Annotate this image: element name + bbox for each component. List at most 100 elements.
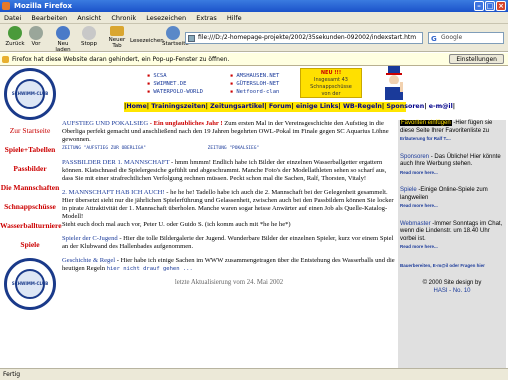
back-arrow-icon xyxy=(8,26,22,40)
window-titlebar: Mozilla Firefox – □ × xyxy=(0,0,508,12)
article-geschichte-title[interactable]: Geschichte & Regel xyxy=(62,257,115,264)
search-placeholder: Google xyxy=(441,34,463,41)
menu-trainingszeiten[interactable]: Trainingszeiten xyxy=(151,103,205,110)
menu-datei[interactable]: Datei xyxy=(4,14,21,22)
article-passbilder-title[interactable]: PASSBILDER DER 1. MANNSCHAFT xyxy=(62,159,169,166)
nav-schnappschuesse[interactable]: Schnappschüsse xyxy=(0,202,60,211)
article-zweite-title[interactable]: 2. MANNSCHAFT HAB ICH AUCH! xyxy=(62,189,165,196)
menu-bar: Datei Bearbeiten Ansicht Chronik Lesezei… xyxy=(0,12,508,24)
page-icon xyxy=(188,35,195,42)
new-tab-button[interactable]: Neuer Tab xyxy=(104,26,130,49)
nav-spiele-tabellen[interactable]: Spiele+Tabellen xyxy=(0,145,60,154)
popup-blocked-bar: Firefox hat diese Website daran gehinder… xyxy=(0,53,508,66)
partner-links-left: ▪ SCSA ▪ SWIMNET.DE ▪ WATERPOLO-WORLD xyxy=(147,73,203,95)
menu-ansicht[interactable]: Ansicht xyxy=(77,14,101,22)
minimize-button[interactable]: – xyxy=(474,1,484,11)
home-button[interactable]: Startseite xyxy=(162,26,189,47)
nav-spiele[interactable]: Spiele xyxy=(0,240,60,249)
menu-chronik[interactable]: Chronik xyxy=(111,14,136,22)
logo-text: SCHWIMM-CLUB xyxy=(11,281,49,286)
article-geschichte: Geschichte & Regel - Hier habe ich einig… xyxy=(62,257,396,273)
stop-label: Stopp xyxy=(81,41,97,47)
info-icon xyxy=(2,56,9,63)
menu-extras[interactable]: Extras xyxy=(196,14,217,22)
spiele-link[interactable]: Spiele xyxy=(400,187,417,193)
article-zweite-mannschaft: 2. MANNSCHAFT HAB ICH AUCH! - he he he! … xyxy=(62,189,396,229)
menu-home[interactable]: Home xyxy=(126,103,146,110)
bookmarks-button[interactable]: Lesezeichen xyxy=(130,38,164,44)
back-label: Zurück xyxy=(5,41,25,47)
nav-passbilder[interactable]: Passbilder xyxy=(0,164,60,173)
navigation-toolbar: Zurück Vor Neu laden Stopp Neuer Tab Les… xyxy=(0,24,508,53)
menu-bearbeiten[interactable]: Bearbeiten xyxy=(31,14,67,22)
sidebar-sponsoren: Sponsoren - Das Übliche! Hier könnte auc… xyxy=(398,154,506,180)
nav-wasserballturniere[interactable]: Wasserballturniere xyxy=(0,221,62,230)
link-zeitung-pokalsieg[interactable]: ZEITUNG "POKALSIEG" xyxy=(208,146,259,151)
contact-link[interactable]: Bauerbereiten, E-m@il oder Fragen hier xyxy=(400,263,485,268)
promo-von: von der xyxy=(321,91,341,97)
menu-sponsoren[interactable]: Sponsoren xyxy=(386,103,424,110)
right-sidebar: Favoriten einfügen -Hier fügen sie diese… xyxy=(398,120,506,368)
window-title: Mozilla Firefox xyxy=(14,2,72,10)
sponsoren-link[interactable]: Sponsoren xyxy=(400,154,429,160)
address-bar[interactable]: file:///D:/2-homepage-projekte/2002/35se… xyxy=(185,32,423,44)
menu-lesezeichen[interactable]: Lesezeichen xyxy=(146,14,186,22)
left-navigation: SCHWIMM-CLUB Zur Startseite Spiele+Tabel… xyxy=(0,66,62,368)
reload-button[interactable]: Neu laden xyxy=(50,26,76,53)
forward-button[interactable]: Vor xyxy=(28,26,44,47)
article-cjugend-title[interactable]: Spieler der C-Jugend xyxy=(62,235,118,242)
reload-label: Neu laden xyxy=(55,41,71,53)
site-design-credit: © 2000 Site design by xyxy=(422,280,482,286)
back-button[interactable]: Zurück xyxy=(4,26,26,47)
link-swimnet[interactable]: SWIMNET.DE xyxy=(153,81,186,87)
menu-wb-regeln[interactable]: WB-Regeln xyxy=(343,103,382,110)
article-aufstieg-title[interactable]: AUFSTIEG UND POKALSIEG xyxy=(62,120,148,127)
webmaster-more[interactable]: Read more here... xyxy=(400,244,438,249)
new-tab-label: Neuer Tab xyxy=(108,37,126,49)
menu-hilfe[interactable]: Hilfe xyxy=(227,14,242,22)
favoriten-erlaeuterung[interactable]: Erläuterung für Ralf T.... xyxy=(400,136,451,141)
webmaster-link[interactable]: Webmaster xyxy=(400,221,431,227)
sponsoren-more[interactable]: Read more here... xyxy=(400,170,438,175)
last-update: letzte Aktualisierung vom 24. Mai 2002 xyxy=(174,279,284,286)
promo-count: Insgesamt 43 xyxy=(314,77,348,83)
article-zweite-text2: Steht euch doch mal auch vor, Peter U. o… xyxy=(62,221,291,228)
menu-forum[interactable]: Forum xyxy=(269,103,292,110)
close-button[interactable]: × xyxy=(496,1,506,11)
sidebar-contact: Bauerbereiten, E-m@il oder Fragen hier xyxy=(398,262,506,273)
spiele-more[interactable]: Read more here... xyxy=(400,203,438,208)
search-box[interactable]: G Google xyxy=(428,32,504,44)
stop-button[interactable]: Stopp xyxy=(80,26,98,47)
link-amshausen[interactable]: AMSHAUSEN.NET xyxy=(236,73,279,79)
nav-mannschaften[interactable]: Die Mannschaften xyxy=(0,183,60,192)
menu-links[interactable]: einige Links xyxy=(296,103,339,110)
home-icon xyxy=(166,26,180,40)
menu-zeitungsartikel[interactable]: Zeitungsartikel xyxy=(210,103,264,110)
forward-arrow-icon xyxy=(29,26,43,40)
new-tab-icon xyxy=(110,26,124,36)
firefox-icon xyxy=(2,2,10,10)
google-icon: G xyxy=(431,35,437,43)
sidebar-webmaster: Webmaster -Immer Sonntags im Chat, wenn … xyxy=(398,221,506,254)
promo-box[interactable]: NEU !!! Insgesamt 43 Schnappschüsse von … xyxy=(300,68,362,98)
site-design-author[interactable]: HASI - No. 10 xyxy=(398,288,506,296)
bookmarks-label: Lesezeichen xyxy=(130,38,164,44)
article-aufstieg: AUFSTIEG UND POKALSIEG - Ein unglaublich… xyxy=(62,120,396,153)
status-bar: Fertig xyxy=(0,368,508,380)
link-zeitung-aufstieg[interactable]: ZEITUNG "AUFSTIEG ZUR OBERLIGA" xyxy=(62,146,146,151)
link-regeln[interactable]: hier nicht drauf gehen ... xyxy=(107,266,193,272)
uncle-sam-image xyxy=(380,66,408,100)
maximize-button[interactable]: □ xyxy=(485,1,495,11)
link-guetersloh[interactable]: GÜTERSLOH-NET xyxy=(236,81,279,87)
link-waterpolo-world[interactable]: WATERPOLO-WORLD xyxy=(153,89,203,95)
sidebar-favoriten: Favoriten einfügen -Hier fügen sie diese… xyxy=(398,120,506,146)
reload-icon xyxy=(56,26,70,40)
link-netfoord[interactable]: Netfoord-clan xyxy=(236,89,279,95)
nav-startseite[interactable]: Zur Startseite xyxy=(0,126,60,135)
settings-button[interactable]: Einstellungen xyxy=(449,54,504,64)
main-articles: AUFSTIEG UND POKALSIEG - Ein unglaublich… xyxy=(62,120,396,368)
club-logo-bottom: SCHWIMM-CLUB xyxy=(4,258,56,310)
menu-email[interactable]: e-m@il xyxy=(429,103,453,110)
favoriten-link[interactable]: Favoriten einfügen xyxy=(400,120,452,126)
link-scsa[interactable]: SCSA xyxy=(153,73,166,79)
